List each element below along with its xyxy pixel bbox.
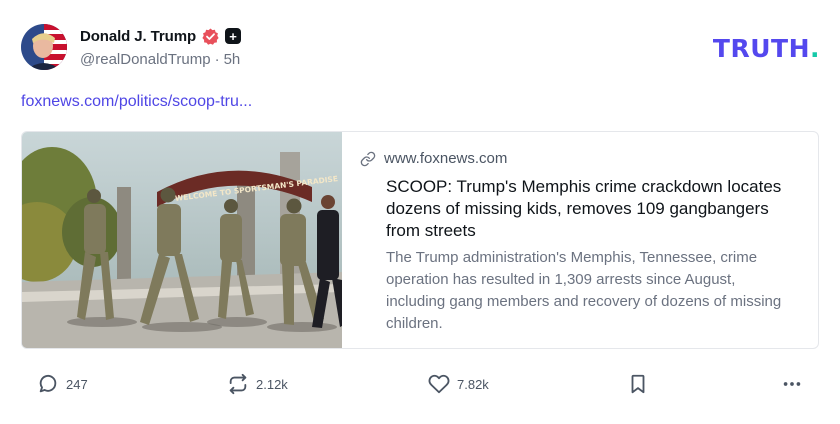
retruth-button[interactable]: 2.12k [227, 372, 288, 396]
link-preview-card[interactable]: WELCOME TO SPORTSMAN'S PARADISE www.foxn… [21, 131, 819, 349]
card-domain: www.foxnews.com [384, 150, 508, 167]
truth-post: Donald J. Trump + @realDonaldTrump · 5h … [0, 0, 840, 424]
reply-icon [39, 375, 57, 393]
author-row: Donald J. Trump + [80, 25, 242, 47]
retruth-count: 2.12k [256, 376, 288, 392]
more-icon [783, 382, 801, 386]
handle-row: @realDonaldTrump · 5h [80, 51, 240, 68]
verified-icon [202, 28, 219, 45]
logo-text: TRUTH [712, 34, 810, 63]
card-title: SCOOP: Trump's Memphis crime crackdown l… [386, 177, 782, 240]
plus-icon: + [225, 28, 242, 44]
like-icon [428, 374, 450, 394]
bookmark-button[interactable] [627, 372, 649, 396]
card-body: www.foxnews.com SCOOP: Trump's Memphis c… [342, 132, 818, 348]
like-count: 7.82k [457, 376, 489, 392]
post-link[interactable]: foxnews.com/politics/scoop-tru... [21, 93, 252, 111]
bookmark-icon [631, 374, 645, 394]
reply-count: 247 [66, 376, 88, 392]
card-image: WELCOME TO SPORTSMAN'S PARADISE [22, 132, 342, 348]
author-handle[interactable]: @realDonaldTrump [80, 51, 211, 68]
post-timestamp[interactable]: 5h [224, 51, 241, 68]
retruth-icon [229, 373, 247, 395]
avatar[interactable] [21, 24, 67, 70]
separator: · [214, 51, 220, 68]
more-options-button[interactable] [781, 372, 803, 396]
logo-dot: . [810, 34, 820, 63]
link-icon [360, 151, 376, 166]
card-domain-row: www.foxnews.com [360, 150, 798, 167]
reply-button[interactable]: 247 [37, 372, 88, 396]
card-description: The Trump administration's Memphis, Tenn… [386, 249, 782, 332]
truth-logo: TRUTH. [713, 34, 820, 63]
author-name[interactable]: Donald J. Trump [80, 28, 196, 45]
like-button[interactable]: 7.82k [428, 372, 489, 396]
action-bar: 247 2.12k 7.82k [0, 372, 840, 398]
